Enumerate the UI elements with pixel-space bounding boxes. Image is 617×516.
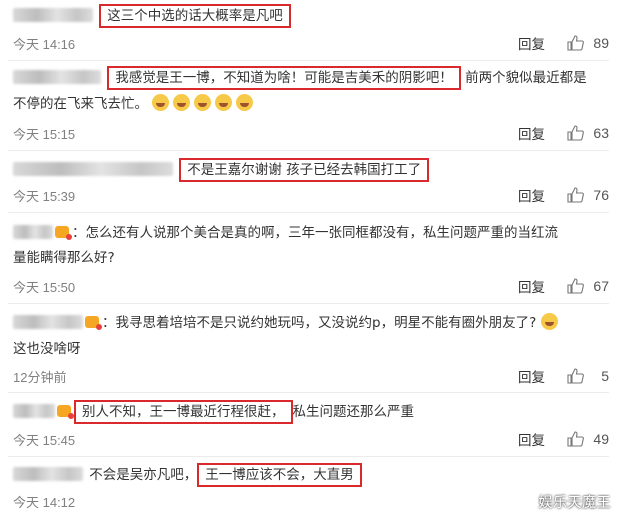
vip-badge-icon bbox=[57, 405, 74, 419]
comment-text: ：怎么还有人说那个美合是真的啊，三年一张同框都没有，私生问题严重的当红流 bbox=[72, 225, 558, 241]
comment-time: 今天 15:39 bbox=[13, 189, 76, 204]
thumbs-up-icon[interactable] bbox=[567, 431, 584, 447]
vip-badge-icon bbox=[55, 226, 72, 240]
comment-actions: 回复 76 bbox=[518, 185, 609, 205]
username-blurred[interactable] bbox=[13, 404, 55, 418]
comment-actions: 回复 49 bbox=[518, 429, 609, 449]
comment-text-line-2: 这也没啥呀 bbox=[13, 341, 81, 357]
like-count: 49 bbox=[593, 431, 609, 447]
like-count: 76 bbox=[593, 187, 609, 203]
like-count: 63 bbox=[593, 125, 609, 141]
username-blurred[interactable] bbox=[13, 162, 173, 176]
comment-text: ：我寻思着培培不是只说约她玩吗，又没说约p，明星不能有圈外朋友了? bbox=[102, 315, 537, 331]
watermark: 娱乐天魔王 bbox=[538, 495, 611, 511]
username-blurred[interactable] bbox=[13, 467, 83, 481]
username-blurred[interactable] bbox=[13, 8, 93, 22]
comment-time: 今天 15:15 bbox=[13, 127, 76, 142]
vip-badge-icon bbox=[85, 316, 102, 330]
divider bbox=[8, 456, 609, 457]
highlighted-text: 这三个中选的话大概率是凡吧 bbox=[99, 4, 291, 28]
comment-time: 今天 14:12 bbox=[13, 495, 76, 510]
comment-text-line-2: 量能瞒得那么好? bbox=[13, 250, 115, 266]
comment-actions: 回复 67 bbox=[518, 276, 609, 296]
laugh-emoji-icon bbox=[215, 94, 233, 111]
comment-text: 不停的在飞来飞去忙。 bbox=[13, 96, 148, 112]
username-blurred[interactable] bbox=[13, 70, 101, 84]
reply-button[interactable]: 回复 bbox=[518, 276, 545, 296]
thumbs-up-icon[interactable] bbox=[567, 125, 584, 141]
divider bbox=[8, 60, 609, 61]
comment-text-line: 这三个中选的话大概率是凡吧 bbox=[13, 4, 613, 28]
comment-time: 12分钟前 bbox=[13, 370, 67, 385]
reply-button[interactable]: 回复 bbox=[518, 33, 545, 53]
reply-button[interactable]: 回复 bbox=[518, 366, 545, 386]
comment-time: 今天 14:16 bbox=[13, 37, 76, 52]
highlighted-text: 别人不知，王一博最近行程很赶， bbox=[74, 400, 293, 424]
comment-text-line: 不是王嘉尔谢谢 孩子已经去韩国打工了 bbox=[13, 158, 613, 182]
comment-text-line: ：怎么还有人说那个美合是真的啊，三年一张同框都没有，私生问题严重的当红流 bbox=[13, 223, 613, 243]
divider bbox=[8, 212, 609, 213]
laugh-emoji-icon bbox=[173, 94, 191, 111]
comment-actions: 回复 63 bbox=[518, 123, 609, 143]
like-count: 67 bbox=[593, 278, 609, 294]
comment-text-line: ：我寻思着培培不是只说约她玩吗，又没说约p，明星不能有圈外朋友了? bbox=[13, 313, 613, 333]
comment-text-continued: 私生问题还那么严重 bbox=[292, 404, 415, 420]
laugh-emoji-icon bbox=[236, 94, 254, 111]
reply-button[interactable]: 回复 bbox=[518, 185, 545, 205]
divider bbox=[8, 303, 609, 304]
comment-text-line: 我感觉是王一博，不知道为啥！可能是吉美禾的阴影吧！ 前两个貌似最近都是 bbox=[13, 66, 613, 90]
divider bbox=[8, 150, 609, 151]
thumbs-up-icon[interactable] bbox=[567, 368, 584, 384]
like-count: 5 bbox=[601, 368, 609, 384]
thumbs-up-icon[interactable] bbox=[567, 278, 584, 294]
laugh-emoji-icon bbox=[540, 313, 558, 330]
comment-actions: 回复 89 bbox=[518, 33, 609, 53]
laugh-emoji-icon bbox=[194, 94, 212, 111]
username-blurred[interactable] bbox=[13, 225, 53, 239]
laugh-emoji-icon bbox=[152, 94, 170, 111]
highlighted-text: 我感觉是王一博，不知道为啥！可能是吉美禾的阴影吧！ bbox=[107, 66, 461, 90]
comment-time: 今天 15:50 bbox=[13, 280, 76, 295]
highlighted-text: 不是王嘉尔谢谢 孩子已经去韩国打工了 bbox=[179, 158, 430, 182]
highlighted-text: 王一博应该不会，大直男 bbox=[197, 463, 362, 487]
like-count: 89 bbox=[593, 35, 609, 51]
comment-text-line: 不会是吴亦凡吧， 王一博应该不会，大直男 bbox=[13, 463, 613, 487]
divider bbox=[8, 392, 609, 393]
thumbs-up-icon[interactable] bbox=[567, 35, 584, 51]
comment-text: 不会是吴亦凡吧， bbox=[89, 467, 198, 483]
comment-text-line: 别人不知，王一博最近行程很赶， 私生问题还那么严重 bbox=[13, 400, 613, 424]
comment-time: 今天 15:45 bbox=[13, 433, 76, 448]
comment-text-continued: 前两个貌似最近都是 bbox=[465, 70, 587, 86]
thumbs-up-icon[interactable] bbox=[567, 187, 584, 203]
comment-actions: 回复 5 bbox=[518, 366, 609, 386]
reply-button[interactable]: 回复 bbox=[518, 429, 545, 449]
username-blurred[interactable] bbox=[13, 315, 83, 329]
comment-text-line-2: 不停的在飞来飞去忙。 bbox=[13, 94, 613, 114]
reply-button[interactable]: 回复 bbox=[518, 123, 545, 143]
